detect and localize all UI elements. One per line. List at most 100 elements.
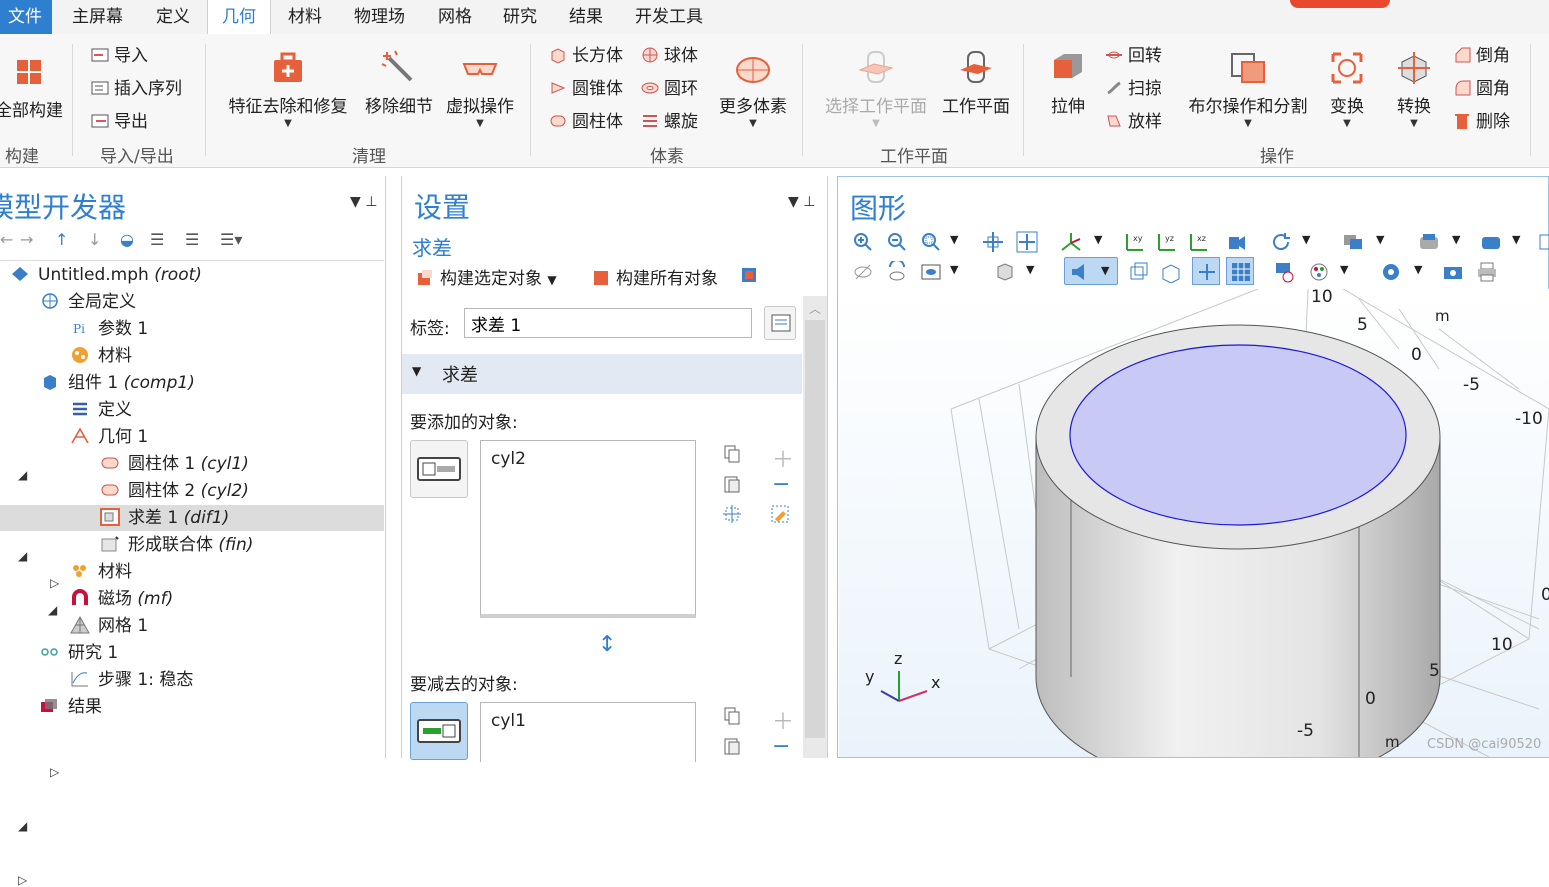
virtual-operations-button[interactable]: 虚拟操作 ▼ bbox=[440, 48, 520, 129]
add-icon[interactable]: ＋ bbox=[772, 442, 794, 474]
sweep-button[interactable]: 扫掠 bbox=[1104, 77, 1162, 101]
block-button[interactable]: 长方体 bbox=[548, 44, 623, 68]
defeature-button[interactable]: 特征去除和修复 ▼ bbox=[222, 48, 354, 129]
import-button[interactable]: 导入 bbox=[90, 44, 148, 68]
torus-button[interactable]: 圆环 bbox=[640, 77, 698, 101]
resize-handle-icon[interactable]: ↕ bbox=[598, 632, 616, 657]
menu-materials[interactable]: 材料 bbox=[288, 0, 322, 34]
scrollbar-thumb[interactable] bbox=[805, 320, 825, 738]
remove-details-button[interactable]: 移除细节 bbox=[360, 48, 438, 117]
transparency-dropdown-icon[interactable]: ▼ bbox=[1026, 263, 1034, 276]
go-to-default-view-icon[interactable] bbox=[1060, 231, 1082, 253]
aperture-icon[interactable] bbox=[1380, 261, 1402, 283]
selection-dropdown-icon[interactable]: ▼ bbox=[1376, 233, 1384, 246]
chamfer-button[interactable]: 倒角 bbox=[1452, 44, 1510, 68]
zoom-selected-icon[interactable] bbox=[982, 231, 1004, 253]
zoom-extents-icon[interactable] bbox=[1016, 231, 1038, 253]
settings-scrollbar[interactable]: ︿ bbox=[803, 296, 827, 758]
tree-node-global-definitions[interactable]: 全局定义 bbox=[0, 289, 384, 315]
label-input[interactable] bbox=[464, 308, 752, 338]
select-objects-icon[interactable] bbox=[1342, 231, 1364, 253]
transparency-icon[interactable] bbox=[994, 261, 1016, 283]
click-select-dropdown-icon[interactable]: ▼ bbox=[1452, 233, 1460, 246]
tree-node-study[interactable]: 研究 1 bbox=[0, 640, 384, 666]
zoom-out-icon[interactable] bbox=[886, 231, 908, 253]
select-workplane-button[interactable]: 选择工作平面 ▼ bbox=[818, 48, 934, 129]
copy-icon[interactable] bbox=[722, 444, 742, 464]
menu-home[interactable]: 主屏幕 bbox=[72, 0, 123, 34]
menu-physics[interactable]: 物理场 bbox=[354, 0, 405, 34]
graphics-viewport[interactable]: 10 5 m 0 -5 -10 0 10 5 0 -5 m z x y CSDN… bbox=[839, 287, 1549, 757]
tree-node-component[interactable]: 组件 1 (comp1) bbox=[0, 370, 384, 396]
xy-plane-icon[interactable]: xy bbox=[1124, 231, 1146, 253]
paste-icon[interactable] bbox=[722, 736, 742, 756]
show-icon[interactable]: ◒ bbox=[120, 230, 134, 249]
tree-node-mesh[interactable]: 网格 1 bbox=[0, 613, 384, 639]
add-icon[interactable]: ＋ bbox=[772, 704, 794, 736]
expand-icon[interactable]: ☰ bbox=[185, 230, 199, 249]
more-primitives-button[interactable]: 更多体素 ▼ bbox=[712, 48, 794, 129]
camera-view-icon[interactable] bbox=[1226, 231, 1248, 253]
tree-node-cylinder-2[interactable]: 圆柱体 2 (cyl2) bbox=[0, 478, 384, 504]
menu-file[interactable]: 文件 bbox=[0, 0, 52, 34]
tree-node-definitions[interactable]: 定义 bbox=[0, 397, 384, 423]
revolve-button[interactable]: 回转 bbox=[1104, 44, 1162, 68]
fillet-button[interactable]: 圆角 bbox=[1452, 77, 1510, 101]
visibility-icon[interactable] bbox=[920, 261, 942, 283]
label-edit-button[interactable] bbox=[764, 306, 796, 340]
tree-node-cylinder-1[interactable]: 圆柱体 1 (cyl1) bbox=[0, 451, 384, 477]
workplane-button[interactable]: 工作平面 bbox=[936, 48, 1016, 117]
tree-node-root[interactable]: Untitled.mph (root) bbox=[0, 262, 384, 288]
menu-results[interactable]: 结果 bbox=[569, 0, 603, 34]
remove-icon[interactable]: − bbox=[772, 472, 790, 497]
reset-hiding-icon[interactable] bbox=[886, 261, 908, 283]
build-all-objects-button[interactable]: 构建所有对象 bbox=[592, 264, 718, 289]
tree-node-materials[interactable]: 材料 bbox=[0, 559, 384, 585]
view-options-icon[interactable]: ☰▾ bbox=[220, 230, 242, 249]
transforms-button[interactable]: 变换 ▼ bbox=[1318, 48, 1376, 129]
more-tools-icon[interactable] bbox=[1538, 231, 1549, 253]
tree-node-geometry[interactable]: 几何 1 bbox=[0, 424, 384, 450]
delete-button[interactable]: 删除 bbox=[1452, 110, 1510, 134]
cone-button[interactable]: 圆锥体 bbox=[548, 77, 623, 101]
cylinder-button[interactable]: 圆柱体 bbox=[548, 110, 623, 134]
helix-button[interactable]: 螺旋 bbox=[640, 110, 698, 134]
zoom-box-icon[interactable] bbox=[920, 231, 942, 253]
copy-icon[interactable] bbox=[722, 706, 742, 726]
color-palette-icon[interactable] bbox=[1308, 261, 1330, 283]
subtract-selection-toggle[interactable] bbox=[410, 702, 468, 760]
view-dropdown-icon[interactable]: ▼ bbox=[1094, 233, 1102, 246]
update-icon[interactable] bbox=[740, 266, 758, 284]
wireframe-icon[interactable] bbox=[1128, 261, 1150, 283]
paste-icon[interactable] bbox=[722, 474, 742, 494]
menu-definitions[interactable]: 定义 bbox=[156, 0, 190, 34]
collapse-icon[interactable]: ☰ bbox=[150, 230, 164, 249]
tree-node-results[interactable]: 结果 bbox=[0, 694, 384, 720]
tree-node-magnetic-fields[interactable]: 磁场 (mf) bbox=[0, 586, 384, 612]
zx-plane-icon[interactable]: xz bbox=[1188, 231, 1210, 253]
render-dropdown-icon[interactable]: ▼ bbox=[1512, 233, 1520, 246]
click-select-icon[interactable] bbox=[1418, 231, 1440, 253]
reset-view-icon[interactable] bbox=[1274, 261, 1296, 283]
booleans-button[interactable]: 布尔操作和分割 ▼ bbox=[1180, 48, 1316, 129]
remove-icon[interactable]: − bbox=[772, 734, 790, 759]
rotate-icon[interactable] bbox=[1270, 231, 1292, 253]
tree-node-difference[interactable]: 求差 1 (dif1) bbox=[0, 505, 384, 531]
add-object-item[interactable]: cyl2 bbox=[491, 449, 526, 469]
zoom-in-icon[interactable] bbox=[852, 231, 874, 253]
clear-selection-icon[interactable] bbox=[770, 504, 790, 524]
zoom-dropdown-icon[interactable]: ▼ bbox=[950, 233, 958, 246]
insert-sequence-button[interactable]: 插入序列 bbox=[90, 77, 182, 101]
tree-node-global-materials[interactable]: 材料 bbox=[0, 343, 384, 369]
scene-light-button[interactable]: ▼ bbox=[1064, 257, 1118, 285]
image-snapshot-icon[interactable] bbox=[1442, 261, 1464, 283]
export-button[interactable]: 导出 bbox=[90, 110, 148, 134]
loft-button[interactable]: 放样 bbox=[1104, 110, 1162, 134]
forward-icon[interactable]: → bbox=[20, 230, 33, 249]
settings-pane-menu-icon[interactable]: ▼ ⊥ bbox=[788, 194, 815, 210]
aperture-dropdown-icon[interactable]: ▼ bbox=[1414, 263, 1422, 276]
menu-study[interactable]: 研究 bbox=[503, 0, 537, 34]
show-edges-icon[interactable] bbox=[1160, 261, 1182, 283]
extrude-button[interactable]: 拉伸 bbox=[1040, 48, 1096, 117]
subtract-object-list[interactable]: cyl1 bbox=[480, 702, 696, 762]
